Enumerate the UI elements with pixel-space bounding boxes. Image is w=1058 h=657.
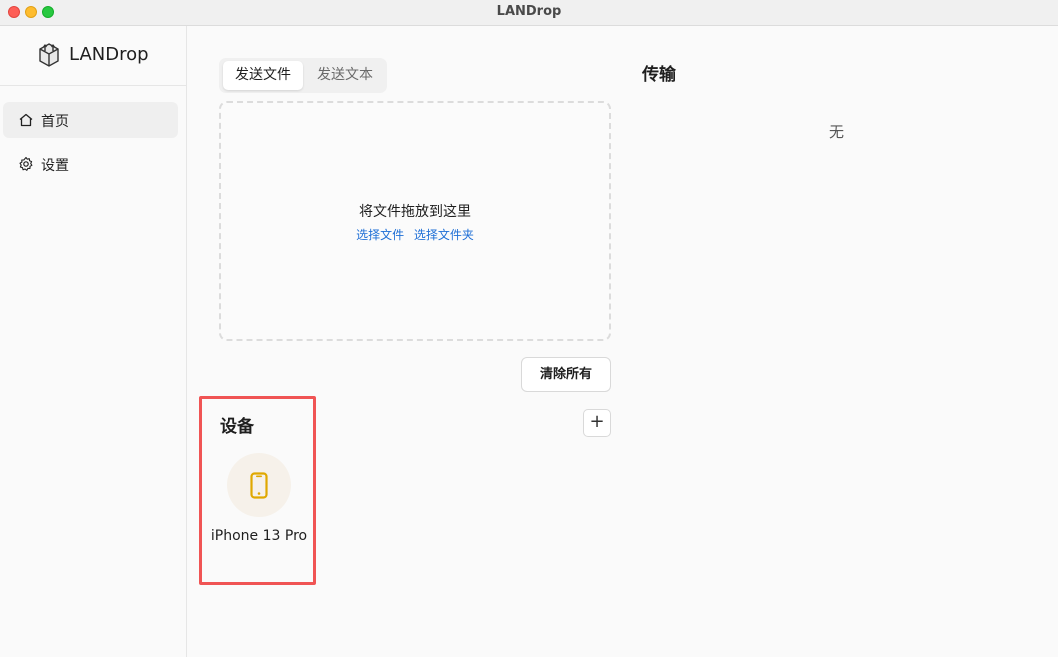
landrop-logo-icon (39, 43, 59, 67)
devices-highlight-box (199, 396, 316, 585)
sidebar: LANDrop 首页 设置 (0, 26, 187, 657)
window-title: LANDrop (496, 4, 562, 19)
title-bar: LANDrop (0, 0, 1058, 26)
brand: LANDrop (0, 26, 186, 86)
sidebar-item-home[interactable]: 首页 (3, 102, 178, 138)
tab-send-file[interactable]: 发送文件 (223, 61, 303, 90)
file-drop-zone[interactable]: 将文件拖放到这里 选择文件 选择文件夹 (219, 101, 611, 341)
send-mode-tabs: 发送文件 发送文本 (219, 58, 387, 93)
sidebar-item-label: 设置 (41, 158, 69, 174)
sidebar-item-label: 首页 (41, 114, 69, 130)
tab-send-text[interactable]: 发送文本 (306, 61, 384, 90)
drop-zone-title: 将文件拖放到这里 (359, 204, 471, 220)
transfer-empty-text: 无 (829, 123, 845, 141)
clear-all-button[interactable]: 清除所有 (521, 357, 611, 392)
brand-name: LANDrop (69, 44, 149, 65)
add-device-button[interactable]: + (583, 409, 611, 437)
choose-file-link[interactable]: 选择文件 (356, 228, 404, 242)
sidebar-item-settings[interactable]: 设置 (3, 146, 178, 182)
choose-folder-link[interactable]: 选择文件夹 (414, 228, 474, 242)
drop-zone-links: 选择文件 选择文件夹 (221, 226, 609, 243)
transfer-heading: 传输 (642, 65, 676, 85)
gear-icon (19, 156, 33, 171)
home-icon (19, 113, 33, 127)
